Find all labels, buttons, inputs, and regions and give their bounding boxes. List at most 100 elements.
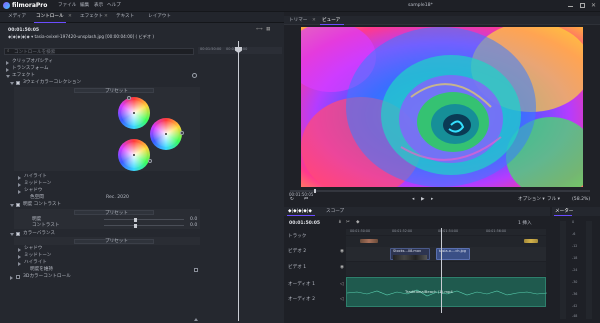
quality-dropdown[interactable]: フル ▾: [547, 197, 560, 203]
contrast-slider[interactable]: [104, 225, 184, 226]
snap-icon[interactable]: ⋔: [338, 220, 342, 226]
contrast-value[interactable]: 0.0: [190, 223, 197, 229]
expand-icon[interactable]: [18, 175, 21, 180]
play-icon[interactable]: ▶: [421, 197, 425, 203]
menu-help[interactable]: ヘルプ: [107, 3, 121, 9]
tab-layout[interactable]: レイアウト: [148, 14, 171, 20]
minimize-icon[interactable]: [568, 6, 573, 7]
menu-edit[interactable]: 編集: [80, 3, 89, 9]
video-clip[interactable]: Stocks...08.mov: [390, 248, 430, 260]
expand-icon[interactable]: [10, 275, 13, 280]
row-clip-opacity[interactable]: クリップオパシティ: [0, 59, 200, 65]
thumbnail-strip[interactable]: [524, 239, 538, 243]
effect-toggle-checkbox[interactable]: [16, 81, 20, 85]
tab-trimmer[interactable]: トリマー: [289, 18, 307, 24]
collapse-icon[interactable]: [10, 203, 14, 207]
row-brightness-contrast[interactable]: 明度 コントラスト: [0, 202, 200, 208]
row-highlight[interactable]: ハイライト: [0, 174, 200, 180]
expand-icon[interactable]: [18, 189, 21, 194]
link-icon[interactable]: ⟷: [256, 27, 263, 33]
expand-icon[interactable]: [18, 254, 21, 259]
row-balance-midtone[interactable]: ミッドトーン: [0, 253, 200, 259]
scroll-indicator[interactable]: [194, 317, 198, 321]
row-label: ハイライト: [24, 260, 47, 265]
tab-text[interactable]: テキスト: [116, 14, 134, 20]
control-playhead[interactable]: [238, 41, 239, 321]
tab-viewer[interactable]: ビューア: [322, 18, 340, 24]
expand-icon[interactable]: [18, 247, 21, 252]
eye-icon[interactable]: ◉: [340, 249, 344, 255]
options-dropdown[interactable]: オプション ▾: [518, 197, 545, 203]
go-start-icon[interactable]: ⏮: [304, 197, 308, 203]
close-tab-icon[interactable]: ✕: [68, 14, 72, 20]
row-shadow[interactable]: シャドウ: [0, 188, 200, 194]
effect-toggle-checkbox[interactable]: [16, 232, 20, 236]
marker-icon[interactable]: ◆: [356, 220, 360, 226]
expand-icon[interactable]: [6, 67, 9, 72]
zoom-level[interactable]: (58.2%): [572, 197, 590, 203]
wheel-knob[interactable]: [148, 159, 152, 163]
step-back-icon[interactable]: ◂: [412, 197, 414, 203]
keep-brightness-checkbox[interactable]: [194, 268, 198, 272]
timeline-timecode[interactable]: 00:01:50:05: [289, 221, 320, 227]
close-tab-icon[interactable]: ✕: [312, 18, 316, 24]
eye-icon[interactable]: ◉: [340, 265, 344, 271]
row-effects[interactable]: エフェクト: [0, 73, 200, 79]
brightness-slider[interactable]: [104, 219, 184, 220]
preset-select[interactable]: プリセット: [74, 238, 154, 244]
loop-icon[interactable]: ↻: [290, 197, 294, 203]
tab-media[interactable]: メディア: [8, 14, 26, 20]
preset-select[interactable]: プリセット: [74, 88, 154, 93]
control-timecode[interactable]: 00:01:50:05: [8, 28, 39, 34]
clip-subtitle: ◆|◆|◆|◆|◆ ▾ tasia-ovixel-197420-unsplash…: [8, 34, 155, 39]
color-space-value[interactable]: Rec. 2020: [106, 195, 129, 201]
control-search-box[interactable]: ⌕ コントロールを検索: [4, 48, 194, 55]
maximize-icon[interactable]: [580, 3, 585, 8]
close-icon[interactable]: ✕: [591, 3, 596, 9]
row-balance-shadow[interactable]: シャドウ: [0, 246, 200, 252]
step-forward-icon[interactable]: ▸: [431, 197, 433, 203]
tab-controls[interactable]: コントロール: [34, 14, 66, 23]
row-transform[interactable]: トランスフォーム: [0, 66, 200, 72]
speaker-icon[interactable]: ◁: [340, 297, 344, 303]
shadow-color-wheel[interactable]: [118, 139, 150, 171]
wheel-knob[interactable]: [127, 96, 131, 100]
row-balance-highlight[interactable]: ハイライト: [0, 260, 200, 266]
expand-icon[interactable]: [18, 182, 21, 187]
viewer-canvas[interactable]: [301, 27, 583, 187]
effect-toggle-checkbox[interactable]: [16, 275, 20, 279]
tab-sequence[interactable]: ◆|◆|◆|◆|◆: [288, 209, 312, 215]
highlight-color-wheel[interactable]: [118, 97, 150, 129]
slider-handle[interactable]: [134, 223, 137, 228]
viewer-scrub-handle[interactable]: [314, 189, 316, 193]
collapse-icon[interactable]: [10, 81, 14, 85]
preset-select[interactable]: プリセット: [74, 210, 154, 215]
speaker-icon[interactable]: ◁: [340, 282, 344, 288]
row-three-way[interactable]: 3ウェイカラーコレクション: [0, 80, 200, 86]
menu-view[interactable]: 表示: [94, 3, 103, 9]
timeline-tab-bar: ◆|◆|◆|◆|◆ スコープ: [284, 207, 550, 216]
tab-scope[interactable]: スコープ: [326, 209, 344, 215]
razor-icon[interactable]: ✂: [346, 220, 350, 226]
midtone-color-wheel[interactable]: [150, 118, 182, 150]
viewer-scrubber[interactable]: [290, 190, 590, 192]
tab-effects[interactable]: エフェクト: [80, 14, 103, 20]
menu-file[interactable]: ファイル: [58, 3, 76, 9]
slider-handle[interactable]: [134, 217, 137, 222]
collapse-icon[interactable]: [10, 232, 14, 236]
search-input[interactable]: コントロールを検索: [14, 50, 55, 56]
row-midtone[interactable]: ミッドトーン: [0, 181, 200, 187]
expand-icon[interactable]: [18, 261, 21, 266]
thumbnail-strip[interactable]: [360, 239, 378, 243]
effect-toggle-checkbox[interactable]: [16, 203, 20, 207]
close-tab-icon[interactable]: ✕: [104, 14, 108, 20]
expand-icon[interactable]: [6, 60, 9, 65]
collapse-icon[interactable]: [6, 74, 10, 78]
grid-icon[interactable]: ▦: [266, 27, 270, 33]
insert-dropdown[interactable]: 1 挿入: [518, 221, 532, 227]
settings-icon[interactable]: [192, 73, 197, 78]
wheel-knob[interactable]: [180, 131, 184, 135]
timeline-playhead[interactable]: [441, 228, 442, 313]
row-lut[interactable]: 3Dカラーコントロール: [0, 274, 200, 280]
brightness-value[interactable]: 0.0: [190, 217, 197, 223]
